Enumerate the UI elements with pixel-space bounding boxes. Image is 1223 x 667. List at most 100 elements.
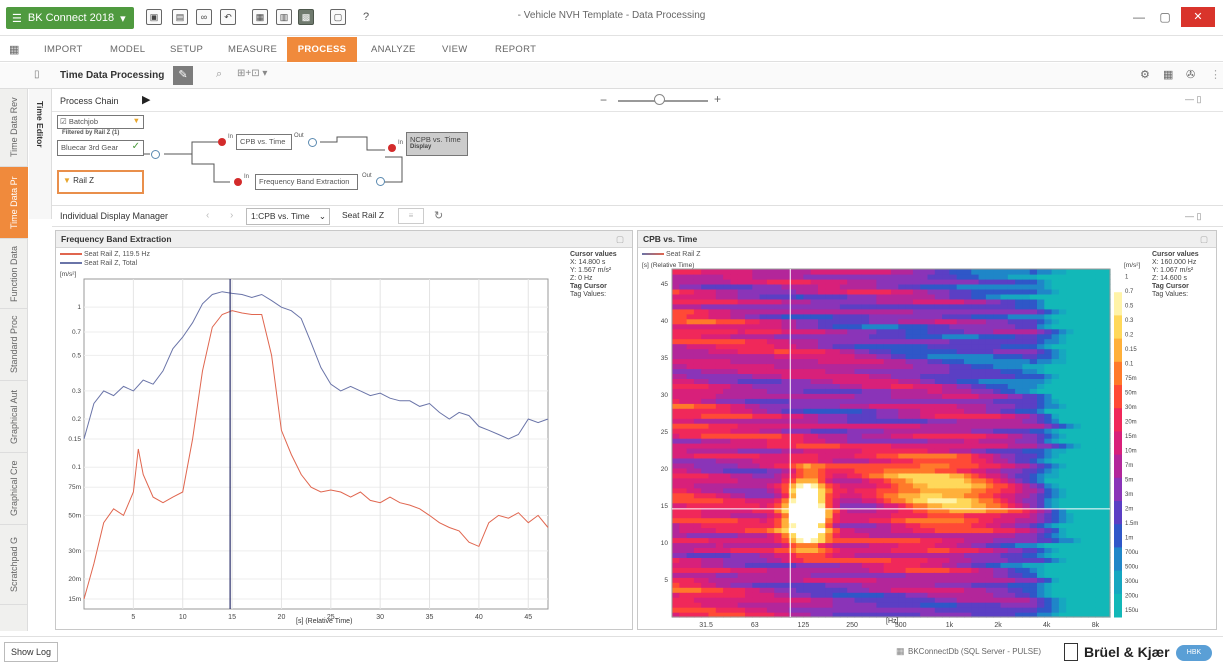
source-node[interactable]: Bluecar 3rd Gear ✓ [57,140,144,156]
heatmap-cell [715,487,724,494]
heatmap-cell [964,567,972,573]
grid-icon[interactable]: ▦ [1163,68,1173,81]
maximize-panel-icon[interactable]: ▢ [616,231,624,248]
left-tab-function-data[interactable]: Function Data [0,239,28,309]
heatmap-cell [752,517,761,524]
panel-minimize-icon[interactable]: — ▯ [1185,211,1201,222]
cpb-heatmap-chart[interactable]: 31.5 63 125 250 500 1k 2k 4k 8k51015202530354045… [638,249,1150,629]
heatmap-cell [1102,363,1111,370]
heatmap-cell [898,582,907,588]
heatmap-cell [847,358,856,365]
zoom-in-button[interactable]: + [714,92,721,106]
heatmap-cell [949,602,958,608]
heatmap-cell [672,517,680,524]
heatmap-cell [942,477,950,484]
tab-process[interactable]: PROCESS [287,37,357,62]
checkbox-checked-icon[interactable]: ☑ [60,117,67,126]
minimize-button[interactable]: — [1126,8,1152,26]
heatmap-cell [679,467,688,474]
frequency-band-extraction-node[interactable]: Frequency Band Extraction [255,174,358,190]
display-node[interactable]: NCPB vs. Time Display [406,132,468,156]
display-select[interactable]: 1:CPB vs. Time ⌄ [246,208,330,225]
tab-model[interactable]: MODEL [110,37,150,62]
refresh-icon[interactable]: ↻ [434,209,443,222]
heatmap-cell [774,438,783,444]
zoom-slider-handle[interactable] [654,94,665,105]
heatmap-cell [949,443,958,449]
add-window-icon[interactable]: ⊞+⊡ ▾ [237,68,267,79]
left-tab-time-data-processing[interactable]: Time Data Pr [0,167,28,239]
batchjob-node[interactable]: ☑ Batchjob ▼ [57,115,144,129]
heatmap-cell [715,388,724,394]
output-port-icon[interactable] [376,177,385,186]
left-tab-scratchpad[interactable]: Scratchpad G [0,525,28,605]
heatmap-cell [781,358,790,365]
search-icon[interactable]: ⌕ [216,68,222,81]
tab-report[interactable]: REPORT [495,37,540,62]
next-icon[interactable]: › [230,210,233,221]
left-tab-graphical-creation[interactable]: Graphical Cre [0,453,28,525]
heatmap-cell [847,318,856,325]
tab-setup[interactable]: SETUP [170,37,210,62]
input-port-icon[interactable] [218,138,226,146]
heatmap-cell [774,537,783,544]
heatmap-cell [905,388,914,394]
output-port-icon[interactable] [308,138,317,147]
heatmap-cell [803,597,812,603]
heatmap-cell [949,562,958,568]
zoom-out-button[interactable]: − [600,93,607,107]
heatmap-cell [861,343,870,350]
heatmap-cell [1102,557,1111,563]
heatmap-cell [883,448,892,454]
previous-icon[interactable]: ‹ [206,210,209,221]
heatmap-cell [1000,532,1009,539]
left-tab-graphical-automation[interactable]: Graphical Aut [0,381,28,453]
tab-import[interactable]: IMPORT [44,37,84,62]
channel-list-icon[interactable]: ≡ [398,208,424,224]
heatmap-cell [891,492,899,499]
cursor-heading: Cursor values [1152,251,1199,258]
play-icon[interactable]: ▶ [142,93,150,106]
sub-tab-time-editor[interactable]: Time Editor [29,89,51,160]
heatmap-cell [912,313,921,320]
left-tab-time-data-review[interactable]: Time Data Rev [0,89,28,167]
maximize-panel-icon[interactable]: ▢ [1200,231,1208,248]
close-button[interactable]: ✕ [1181,7,1215,27]
rail-z-node[interactable]: ▼ Rail Z [57,170,144,194]
maximize-button[interactable]: ▢ [1152,8,1178,26]
show-log-button[interactable]: Show Log [4,642,59,662]
heatmap-cell [1095,288,1104,295]
heatmap-cell [759,597,768,603]
tab-view[interactable]: VIEW [442,37,472,62]
heatmap-cell [934,269,943,275]
left-tab-standard-processing[interactable]: Standard Proc [0,309,28,381]
input-port-icon[interactable] [388,144,396,152]
heatmap-cell [1029,328,1038,335]
panel-toggle-icon[interactable]: ▦ [9,43,19,56]
heatmap-cell [942,274,950,280]
more-icon[interactable]: ⋮ [1210,68,1221,81]
heatmap-cell [723,592,731,598]
cpb-vs-time-node[interactable]: CPB vs. Time [236,134,292,150]
tab-analyze[interactable]: ANALYZE [371,37,421,62]
edit-icon[interactable]: ✎ [173,66,193,85]
heatmap-cell [898,497,907,504]
heatmap-cell [869,408,877,414]
input-port-icon[interactable] [234,178,242,186]
output-port-icon[interactable] [151,150,160,159]
heatmap-cell [781,413,790,419]
heatmap-cell [1007,452,1016,459]
heatmap-cell [715,562,724,568]
panel-minimize-icon[interactable]: — ▯ [1185,94,1201,105]
wrench-icon[interactable]: ✇ [1186,68,1195,81]
frequency-band-chart[interactable]: 10.70.50.30.20.150.175m50m30m20m15m5 10 15… [56,249,568,629]
heatmap-cell [1066,577,1075,583]
heatmap-cell [803,542,812,548]
tab-measure[interactable]: MEASURE [228,37,278,62]
heatmap-cell [781,318,790,325]
heatmap-cell [985,393,994,399]
heatmap-cell [810,577,819,583]
settings-icon[interactable]: ⚙ [1140,68,1150,81]
heatmap-cell [1007,492,1016,499]
heatmap-cell [723,348,731,355]
